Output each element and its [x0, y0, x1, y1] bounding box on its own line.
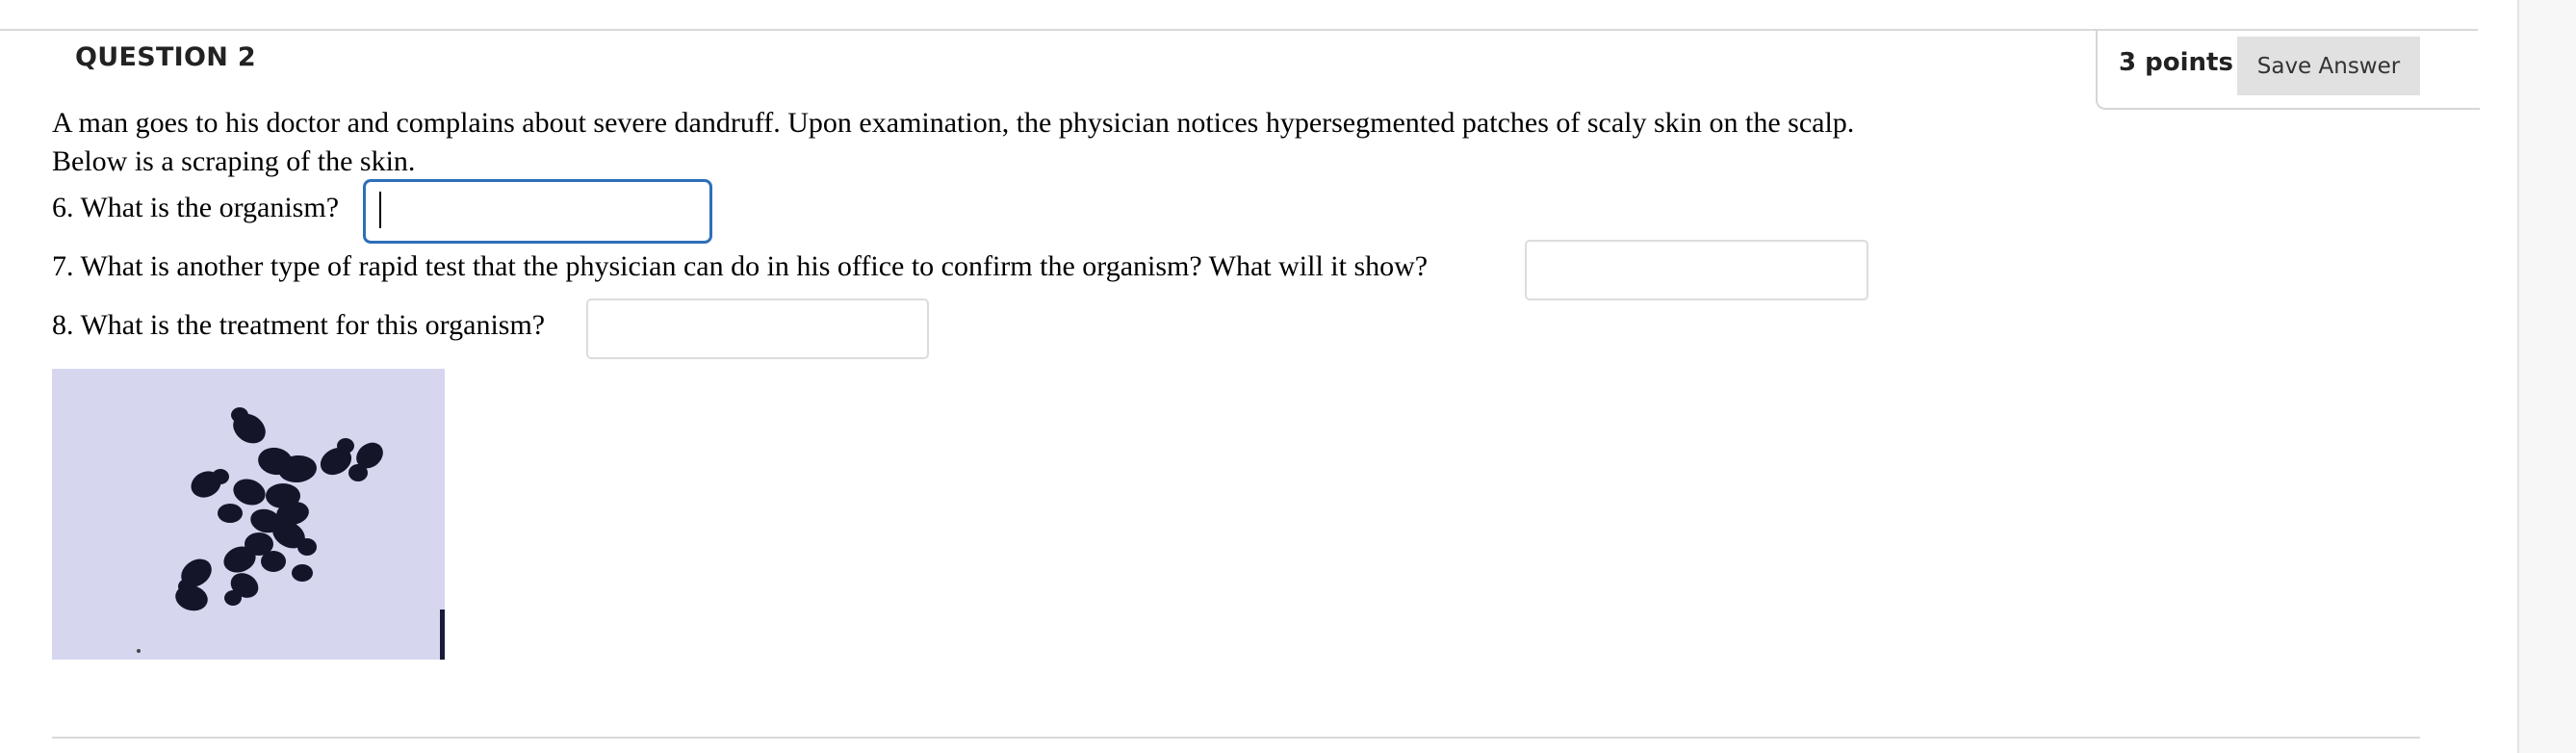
right-scroll-rail[interactable]: [2517, 0, 2576, 753]
yeast-cells-micrograph: [52, 369, 445, 660]
bottom-divider: [52, 737, 2420, 739]
question-prompt: A man goes to his doctor and complains a…: [52, 107, 1855, 177]
question-7-answer-input[interactable]: [1525, 240, 1868, 300]
question-7-label: 7. What is another type of rapid test th…: [52, 250, 1429, 282]
points-label: 3 points: [2119, 48, 2233, 77]
text-cursor: [379, 192, 381, 228]
question-title: QUESTION 2: [75, 42, 256, 72]
save-answer-button[interactable]: Save Answer: [2237, 37, 2420, 95]
question-8-label: 8. What is the treatment for this organi…: [52, 309, 546, 341]
question-6-label: 6. What is the organism?: [52, 192, 340, 223]
question-8-answer-input[interactable]: [586, 299, 929, 359]
skin-scraping-image: [52, 369, 445, 660]
question-6-answer-input[interactable]: [363, 179, 712, 244]
